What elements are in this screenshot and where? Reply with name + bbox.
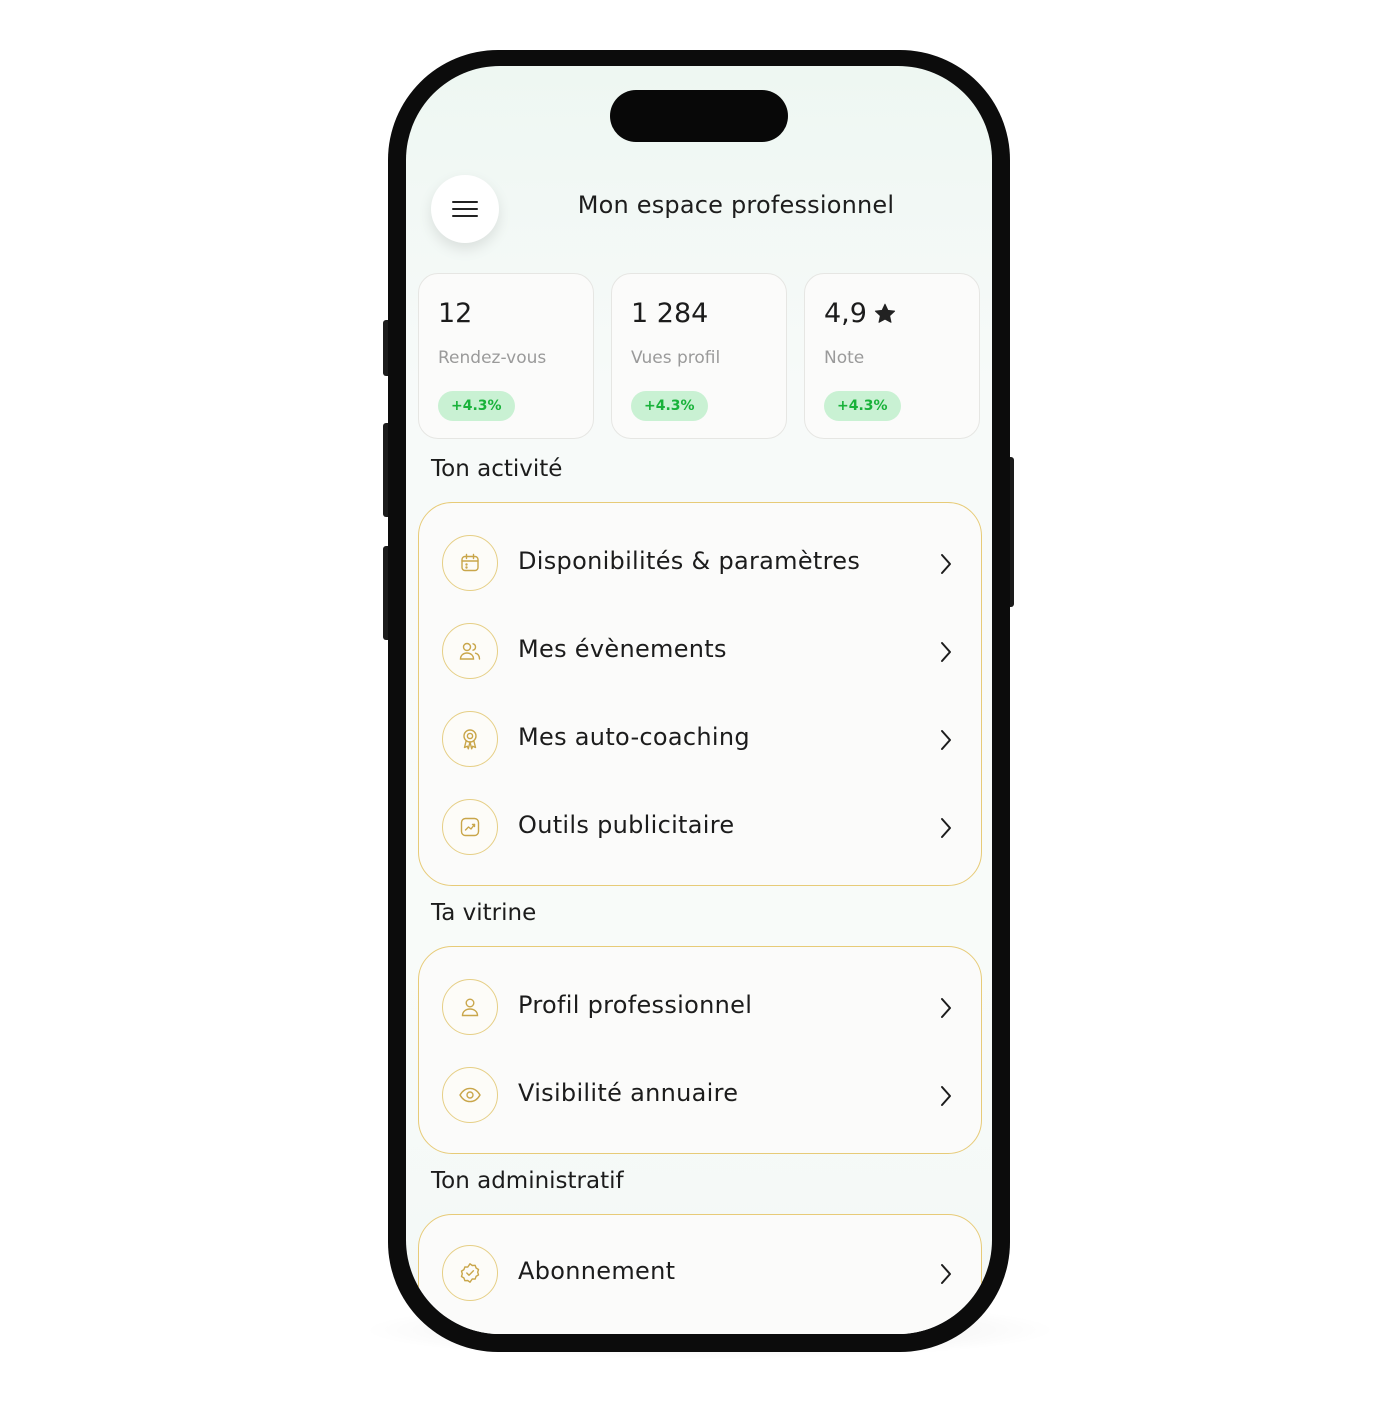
- chevron-right-icon: [941, 642, 951, 662]
- menu-item-advertising-tools[interactable]: Outils publicitaire: [419, 797, 981, 857]
- hamburger-menu-icon: [452, 201, 478, 217]
- menu-item-label: Mes auto-coaching: [518, 723, 750, 751]
- chevron-right-icon: [941, 1086, 951, 1106]
- section-title-activity: Ton activité: [431, 456, 563, 482]
- menu-item-availability-settings[interactable]: Disponibilités & paramètres: [419, 533, 981, 593]
- app-screen: Mon espace professionnel 12 Rendez-vous …: [406, 66, 992, 1334]
- menu-item-subscription[interactable]: Abonnement: [419, 1243, 981, 1303]
- chevron-right-icon: [941, 730, 951, 750]
- verified-badge-icon-badge: [442, 1245, 498, 1301]
- stats-row: 12 Rendez-vous +4.3% 1 284 Vues profil +…: [418, 273, 982, 441]
- chart-trend-icon: [460, 817, 480, 837]
- users-icon: [459, 642, 481, 660]
- user-icon: [461, 998, 479, 1017]
- chevron-right-icon: [941, 554, 951, 574]
- star-icon: [874, 303, 896, 323]
- menu-button[interactable]: [431, 175, 499, 243]
- menu-item-events[interactable]: Mes évènements: [419, 621, 981, 681]
- eye-icon: [459, 1087, 481, 1103]
- stat-card-profile-views[interactable]: 1 284 Vues profil +4.3%: [611, 273, 787, 439]
- stat-label: Rendez-vous: [438, 348, 547, 368]
- section-title-showcase: Ta vitrine: [431, 900, 537, 926]
- users-icon-badge: [442, 623, 498, 679]
- showcase-card: Profil professionnel Visibilité annuaire: [418, 946, 982, 1154]
- stat-value: 12: [438, 298, 473, 329]
- menu-item-label: Outils publicitaire: [518, 811, 735, 839]
- menu-item-professional-profile[interactable]: Profil professionnel: [419, 977, 981, 1037]
- chart-trend-icon-badge: [442, 799, 498, 855]
- eye-icon-badge: [442, 1067, 498, 1123]
- phone-frame: Mon espace professionnel 12 Rendez-vous …: [388, 50, 1010, 1352]
- stat-label: Vues profil: [631, 348, 721, 368]
- chevron-right-icon: [941, 818, 951, 838]
- dynamic-island: [610, 90, 788, 142]
- stat-label: Note: [824, 348, 865, 368]
- menu-item-directory-visibility[interactable]: Visibilité annuaire: [419, 1065, 981, 1125]
- stat-trend-badge: +4.3%: [824, 391, 901, 421]
- menu-item-label: Abonnement: [518, 1257, 676, 1285]
- verified-badge-icon: [460, 1263, 480, 1283]
- administrative-card: Abonnement: [418, 1214, 982, 1334]
- award-icon-badge: [442, 711, 498, 767]
- chevron-right-icon: [941, 998, 951, 1018]
- stat-card-appointments[interactable]: 12 Rendez-vous +4.3%: [418, 273, 594, 439]
- page-title: Mon espace professionnel: [577, 191, 895, 219]
- stat-value: 1 284: [631, 298, 709, 329]
- award-icon: [463, 729, 477, 750]
- menu-item-label: Profil professionnel: [518, 991, 753, 1019]
- menu-item-label: Mes évènements: [518, 635, 727, 663]
- menu-item-label: Visibilité annuaire: [518, 1079, 739, 1107]
- calendar-icon: [461, 553, 479, 572]
- menu-item-label: Disponibilités & paramètres: [518, 547, 861, 575]
- stat-trend-badge: +4.3%: [438, 391, 515, 421]
- stat-trend-badge: +4.3%: [631, 391, 708, 421]
- calendar-icon-badge: [442, 535, 498, 591]
- chevron-right-icon: [941, 1264, 951, 1284]
- activity-card: Disponibilités & paramètres Mes évènemen…: [418, 502, 982, 886]
- menu-item-auto-coaching[interactable]: Mes auto-coaching: [419, 709, 981, 769]
- user-icon-badge: [442, 979, 498, 1035]
- section-title-administrative: Ton administratif: [431, 1168, 624, 1194]
- stat-card-rating[interactable]: 4,9 Note +4.3%: [804, 273, 980, 439]
- stat-value: 4,9: [824, 298, 897, 329]
